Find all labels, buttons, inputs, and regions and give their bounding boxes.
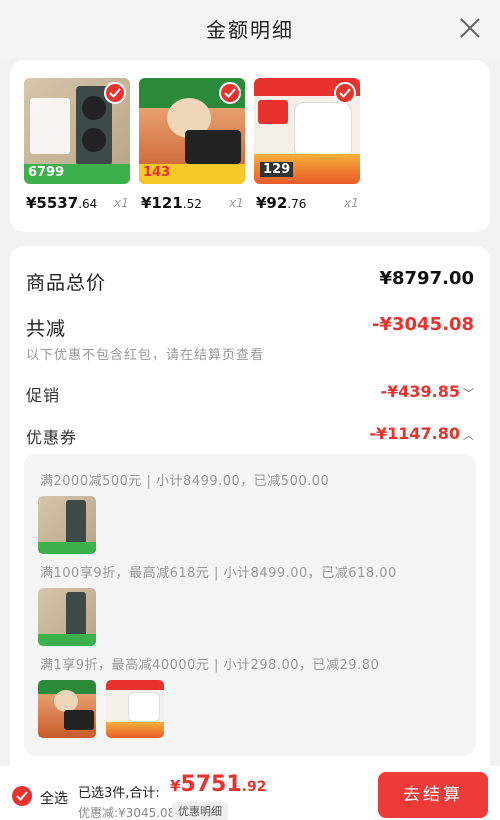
promo-label: 促销 xyxy=(26,386,61,405)
product-item[interactable]: 6799 ¥5537.64 x1 xyxy=(24,78,130,212)
header: 金额明细 xyxy=(0,0,500,58)
total-amount: ¥5751.92 xyxy=(170,772,267,797)
coupon-row[interactable]: 优惠券 -¥1147.80 ︿ xyxy=(26,424,474,447)
product-check[interactable] xyxy=(334,82,356,104)
product-thumbnail: 129 xyxy=(254,78,360,184)
coupon-value-wrap: -¥1147.80 ︿ xyxy=(369,424,474,443)
thumb-price-tag: 129 xyxy=(260,162,294,177)
product-price: ¥92.76 xyxy=(256,194,307,212)
product-price: ¥121.52 xyxy=(141,194,202,212)
product-qty: x1 xyxy=(229,196,244,210)
check-icon xyxy=(109,88,121,98)
check-icon xyxy=(16,791,28,801)
coupon-value: -¥1147.80 xyxy=(369,424,460,443)
page-title: 金额明细 xyxy=(206,18,294,42)
product-price: ¥5537.64 xyxy=(26,194,98,212)
product-check[interactable] xyxy=(219,82,241,104)
total-value: ¥8797.00 xyxy=(379,268,474,289)
summary-card: 商品总价 ¥8797.00 共减 -¥3045.08 以下优惠不包含红包，请在结… xyxy=(10,246,490,766)
discount-note: 以下优惠不包含红包，请在结算页查看 xyxy=(26,348,265,363)
coupon-label: 优惠券 xyxy=(26,428,78,447)
coupon-product-thumb xyxy=(106,680,164,738)
discount-info: 优惠减:¥3045.08 xyxy=(78,806,176,820)
product-item[interactable]: 129 ¥92.76 x1 xyxy=(254,78,360,212)
coupon-rule: 满1享9折，最高减40000元 | 小计298.00，已减29.80 xyxy=(40,658,380,673)
total-row: 商品总价 ¥8797.00 xyxy=(26,268,474,294)
thumb-price-tag: 6799 xyxy=(28,165,65,180)
checkout-button[interactable]: 去结算 xyxy=(378,772,488,818)
coupon-rule: 满2000减500元 | 小计8499.00，已减500.00 xyxy=(40,474,330,489)
promo-row[interactable]: 促销 -¥439.85 ﹀ xyxy=(26,382,474,405)
discount-value: -¥3045.08 xyxy=(372,314,474,335)
select-all-checkbox[interactable] xyxy=(12,786,32,806)
product-qty: x1 xyxy=(344,196,359,210)
product-thumbnail: 143 xyxy=(139,78,245,184)
chevron-down-icon[interactable]: ﹀ xyxy=(463,387,474,400)
promo-value-wrap: -¥439.85 ﹀ xyxy=(380,382,474,401)
check-icon xyxy=(224,88,236,98)
total-label: 商品总价 xyxy=(26,272,107,294)
discount-label: 共减 xyxy=(26,318,67,340)
discount-detail-button[interactable]: 优惠明细 xyxy=(172,802,228,820)
selected-info: 已选3件,合计: xyxy=(78,786,160,801)
check-icon xyxy=(339,88,351,98)
coupon-details: 满2000减500元 | 小计8499.00，已减500.00 满100享9折，… xyxy=(24,454,476,756)
promo-value: -¥439.85 xyxy=(380,382,460,401)
coupon-rule: 满100享9折，最高减618元 | 小计8499.00，已减618.00 xyxy=(40,566,397,581)
product-item[interactable]: 143 ¥121.52 x1 xyxy=(139,78,245,212)
product-thumbnail: 6799 xyxy=(24,78,130,184)
coupon-product-thumb xyxy=(38,496,96,554)
coupon-product-thumb xyxy=(38,680,96,738)
discount-row: 共减 -¥3045.08 xyxy=(26,314,474,340)
close-icon[interactable] xyxy=(458,16,482,40)
bottom-bar: 全选 已选3件,合计: ¥5751.92 优惠减:¥3045.08 优惠明细 去… xyxy=(0,766,500,820)
discount-note-row: 以下优惠不包含红包，请在结算页查看 xyxy=(26,344,474,363)
products-card: 6799 ¥5537.64 x1 143 ¥121.52 x1 129 ¥92.… xyxy=(10,60,490,232)
product-qty: x1 xyxy=(114,196,129,210)
coupon-product-thumb xyxy=(38,588,96,646)
product-check[interactable] xyxy=(104,82,126,104)
chevron-up-icon[interactable]: ︿ xyxy=(463,429,474,442)
select-all-label[interactable]: 全选 xyxy=(40,788,68,808)
thumb-price-tag: 143 xyxy=(143,165,171,180)
